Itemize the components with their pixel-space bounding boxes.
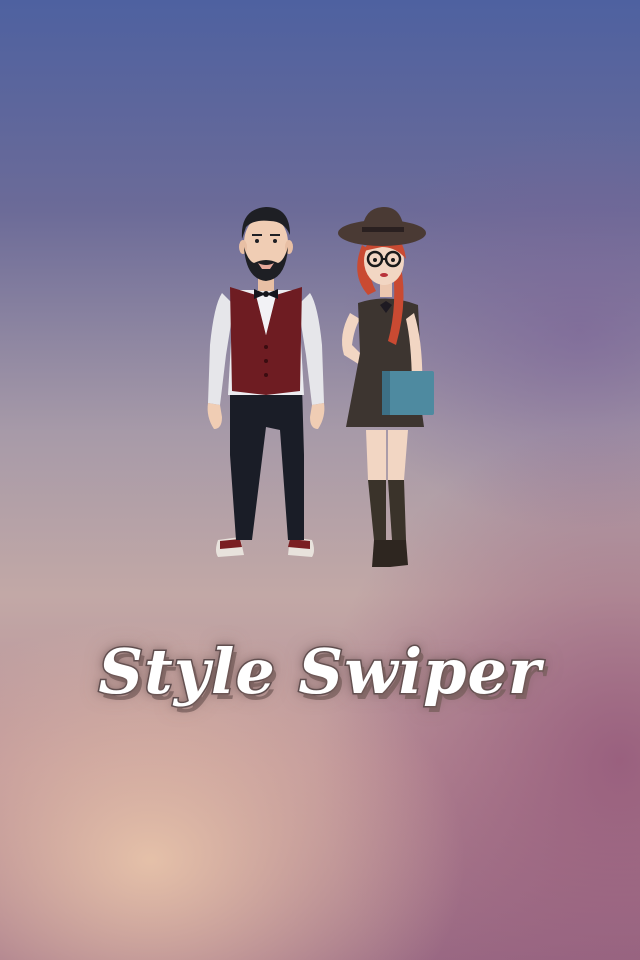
hipster-couple-illustration xyxy=(200,195,440,575)
man-figure xyxy=(207,207,325,557)
app-title: Style Swiper xyxy=(97,634,542,710)
woman-figure xyxy=(338,207,434,567)
splash-screen: Style Swiper xyxy=(0,0,640,960)
